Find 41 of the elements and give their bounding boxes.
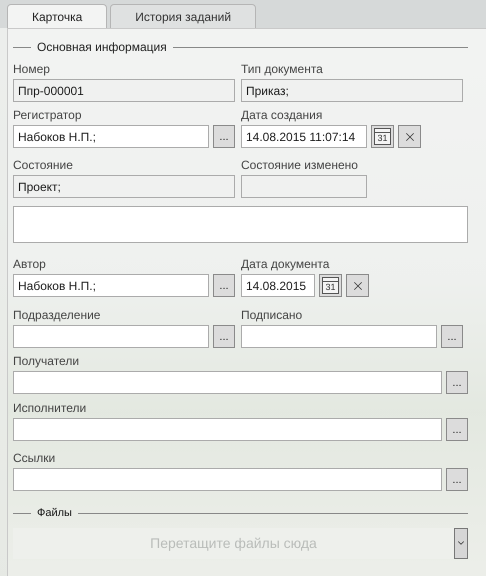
text-field[interactable]: Проект; [13, 175, 235, 198]
lookup-field[interactable]: Набоков Н.П.; [13, 274, 209, 297]
text-field[interactable]: Ппр-000001 [13, 79, 235, 102]
date-field[interactable]: 14.08.2015 [241, 274, 315, 297]
field-label: Исполнители [13, 401, 88, 415]
browse-button[interactable]: ... [441, 325, 463, 348]
field-label: Подразделение [13, 308, 102, 322]
lookup-field[interactable] [241, 325, 437, 348]
section-title: Основная информация [37, 39, 167, 56]
field-label: Автор [13, 257, 47, 271]
field-label: Состояние [13, 158, 74, 172]
field-label: Ссылки [13, 451, 56, 465]
field-label: Регистратор [13, 108, 83, 122]
clear-button[interactable] [398, 125, 421, 148]
tab[interactable]: Карточка [7, 4, 108, 29]
lookup-field[interactable] [13, 325, 209, 348]
section-title: Файлы [37, 506, 72, 521]
memo-field[interactable] [13, 206, 468, 243]
browse-button[interactable]: ... [446, 418, 468, 441]
field-label: Тип документа [241, 62, 324, 76]
lookup-field[interactable] [13, 371, 442, 394]
tab[interactable]: История заданий [110, 4, 256, 28]
clear-button[interactable] [346, 274, 369, 297]
field-label: Получатели [13, 354, 80, 368]
field-label: Дата документа [241, 257, 330, 271]
lookup-field[interactable]: Набоков Н.П.; [13, 125, 209, 148]
field-label: Состояние изменено [241, 158, 359, 172]
browse-button[interactable]: ... [446, 468, 468, 491]
dropdown-button[interactable] [454, 528, 468, 558]
date-field[interactable] [241, 175, 367, 198]
browse-button[interactable]: ... [213, 125, 235, 148]
lookup-field[interactable] [13, 418, 442, 441]
browse-button[interactable]: ... [213, 274, 235, 297]
browse-button[interactable]: ... [213, 325, 235, 348]
field-label: Номер [13, 62, 51, 76]
lookup-field[interactable] [13, 468, 442, 491]
field-label: Дата создания [241, 108, 324, 122]
text-field[interactable]: Приказ; [241, 79, 463, 102]
browse-button[interactable]: ... [446, 371, 468, 394]
date-field[interactable]: 14.08.2015 11:07:14 [241, 125, 367, 148]
field-label: Подписано [241, 308, 304, 322]
